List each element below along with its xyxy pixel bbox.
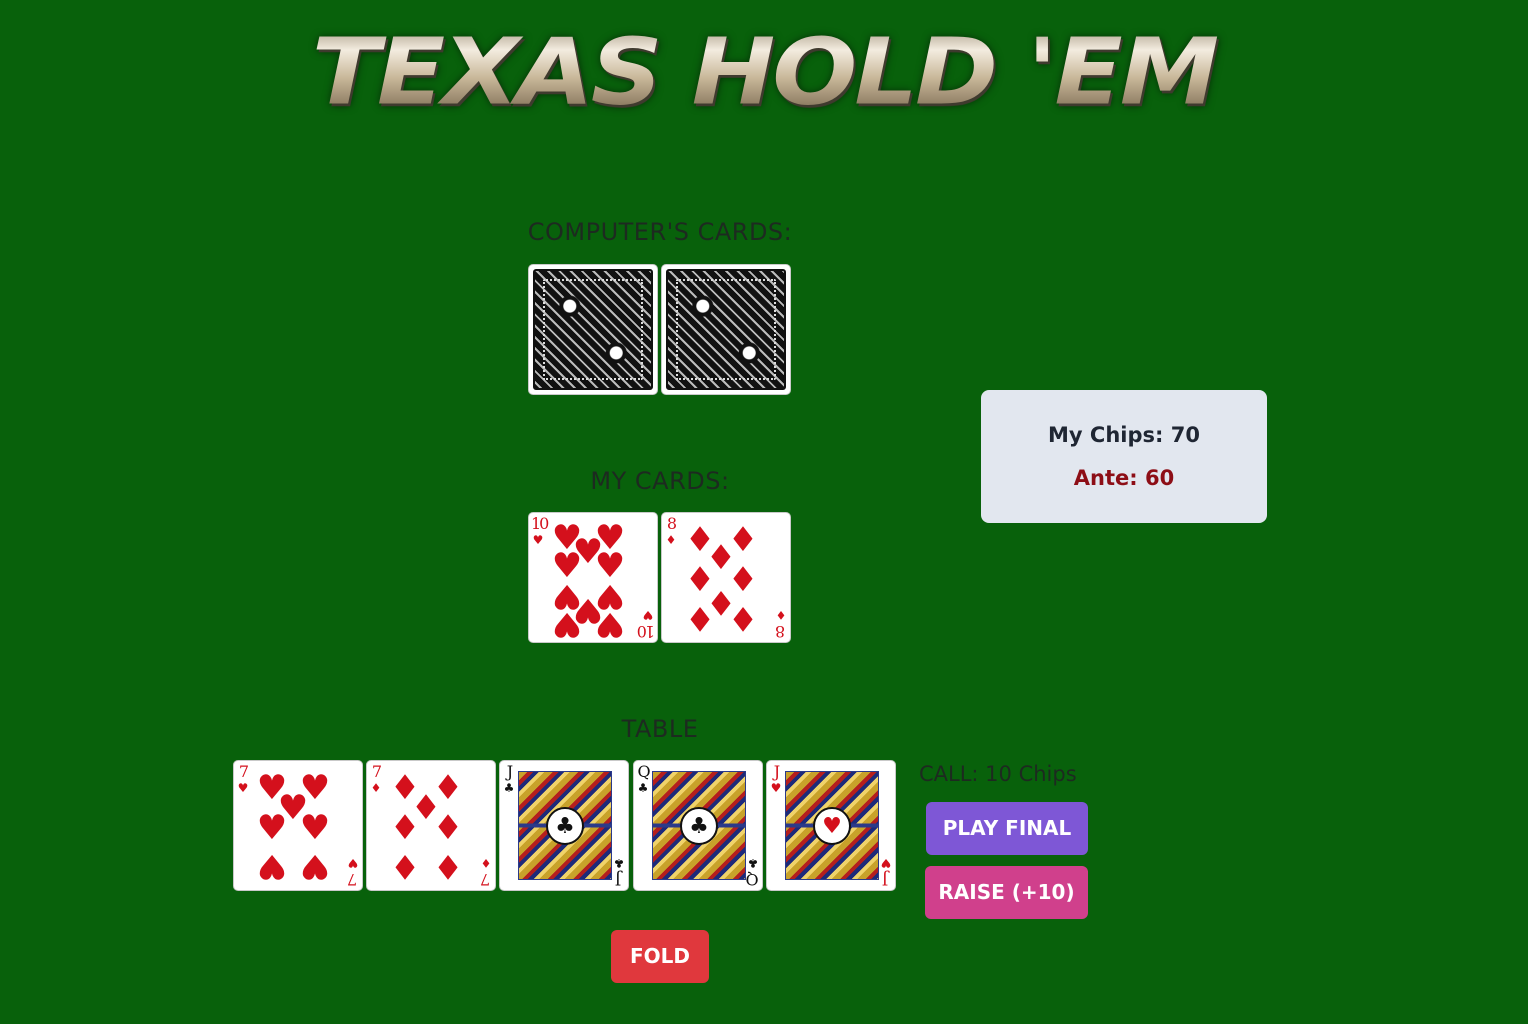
hearts-pip-icon: ♥: [299, 846, 331, 886]
card-corner-index: 7 ♦: [370, 762, 382, 796]
card-corner-index: Q ♣: [637, 762, 650, 796]
table-card-3: J ♣ J ♣ ♣: [499, 760, 629, 891]
face-card-art: ♥: [785, 771, 879, 880]
hearts-pip-icon: ♥: [256, 808, 288, 848]
diamonds-pip-icon: ♦: [727, 598, 759, 638]
my-cards-label: MY CARDS:: [590, 467, 730, 495]
card-back-pattern: [533, 269, 653, 390]
table-card-5: J ♥ J ♥ ♥: [766, 760, 896, 891]
diamonds-pip-icon: ♦: [432, 808, 464, 848]
card-corner-index: 10 ♥: [638, 608, 655, 641]
table-card-1: 7 ♥ 7 ♥ ♥ ♥ ♥ ♥ ♥ ♥ ♥: [233, 760, 363, 891]
card-corner-index: 8 ♦: [665, 514, 677, 548]
diamonds-pip-icon: ♦: [389, 808, 421, 848]
diamonds-pip-icon: ♦: [684, 598, 716, 638]
card-back-pattern: [666, 269, 786, 390]
play-final-button[interactable]: PLAY FINAL: [926, 802, 1088, 855]
face-card-art: ♣: [518, 771, 612, 880]
card-corner-index: J ♥: [770, 762, 782, 796]
card-corner-index: 7 ♦: [480, 856, 492, 889]
card-corner-index: J ♣: [503, 762, 515, 796]
table-card-2: 7 ♦ 7 ♦ ♦ ♦ ♦ ♦ ♦ ♦ ♦: [366, 760, 496, 891]
card-corner-index: J ♣: [613, 856, 625, 889]
game-title: TEXAS HOLD 'EM: [0, 17, 1528, 127]
my-chips: My Chips: 70: [1048, 423, 1200, 447]
call-amount: CALL: 10 Chips: [919, 762, 1077, 786]
card-corner-index: J ♥: [880, 856, 892, 889]
raise-button[interactable]: RAISE (+10): [925, 866, 1088, 919]
card-corner-index: 7 ♥: [237, 762, 249, 796]
computer-card-2: [661, 264, 791, 395]
hearts-pip-icon: ♥: [551, 604, 583, 643]
ante: Ante: 60: [1073, 466, 1175, 490]
chips-panel: My Chips: 70 Ante: 60: [981, 390, 1267, 523]
my-card-1: 10 ♥ 10 ♥ ♥ ♥ ♥ ♥ ♥ ♥ ♥ ♥ ♥ ♥: [528, 512, 658, 643]
card-corner-index: 8 ♦: [775, 608, 787, 641]
diamonds-pip-icon: ♦: [389, 846, 421, 886]
computer-card-1: [528, 264, 658, 395]
diamonds-pip-icon: ♦: [432, 846, 464, 886]
computer-cards-label: COMPUTER'S CARDS:: [527, 218, 793, 246]
table-label: TABLE: [621, 715, 699, 743]
face-card-art: ♣: [652, 771, 746, 880]
hearts-pip-icon: ♥: [256, 846, 288, 886]
hearts-pip-icon: ♥: [594, 604, 626, 643]
card-corner-index: 10 ♥: [531, 514, 549, 548]
card-corner-index: 7 ♥: [347, 856, 359, 889]
my-card-2: 8 ♦ 8 ♦ ♦ ♦ ♦ ♦ ♦ ♦ ♦ ♦: [661, 512, 791, 643]
fold-button[interactable]: FOLD: [611, 930, 709, 983]
hearts-pip-icon: ♥: [299, 808, 331, 848]
table-card-4: Q ♣ Q ♣ ♣: [633, 760, 763, 891]
card-corner-index: Q ♣: [747, 856, 759, 889]
